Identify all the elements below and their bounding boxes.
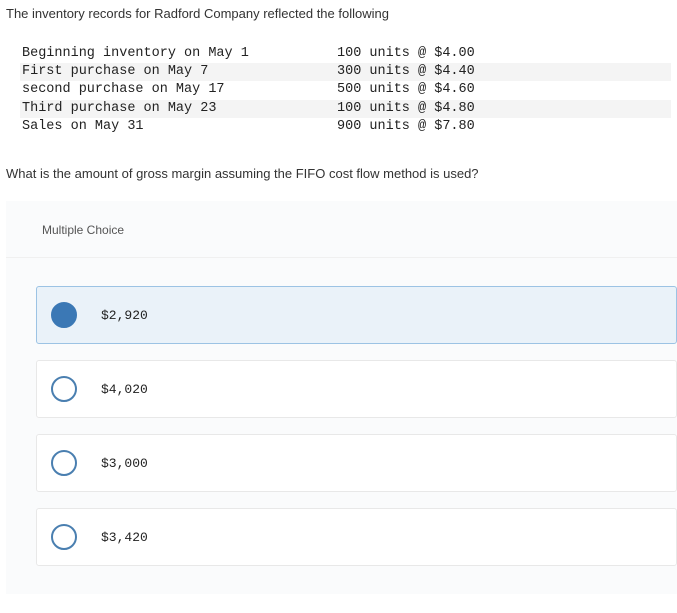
table-row: Beginning inventory on May 1 100 units @… [20, 45, 671, 63]
row-desc: First purchase on May 7 [22, 63, 337, 81]
mc-header: Multiple Choice [6, 201, 677, 258]
radio-icon [51, 376, 77, 402]
option-label: $3,000 [101, 456, 148, 471]
option-1[interactable]: $2,920 [36, 286, 677, 344]
row-desc: Sales on May 31 [22, 118, 337, 136]
row-value: 500 units @ $4.60 [337, 81, 475, 99]
table-row: second purchase on May 17 500 units @ $4… [20, 81, 671, 99]
option-4[interactable]: $3,420 [36, 508, 677, 566]
radio-icon [51, 302, 77, 328]
followup-text: What is the amount of gross margin assum… [6, 166, 671, 181]
option-3[interactable]: $3,000 [36, 434, 677, 492]
row-value: 100 units @ $4.00 [337, 45, 475, 63]
option-2[interactable]: $4,020 [36, 360, 677, 418]
question-stem: The inventory records for Radford Compan… [0, 0, 677, 181]
row-value: 300 units @ $4.40 [337, 63, 475, 81]
multiple-choice-block: Multiple Choice $2,920 $4,020 $3,000 $3,… [6, 201, 677, 594]
row-desc: Third purchase on May 23 [22, 100, 337, 118]
table-row: First purchase on May 7 300 units @ $4.4… [20, 63, 671, 81]
intro-text: The inventory records for Radford Compan… [6, 6, 671, 21]
radio-icon [51, 450, 77, 476]
options-list: $2,920 $4,020 $3,000 $3,420 [6, 258, 677, 594]
row-value: 900 units @ $7.80 [337, 118, 475, 136]
inventory-table: Beginning inventory on May 1 100 units @… [20, 45, 671, 136]
row-desc: Beginning inventory on May 1 [22, 45, 337, 63]
radio-icon [51, 524, 77, 550]
row-desc: second purchase on May 17 [22, 81, 337, 99]
option-label: $3,420 [101, 530, 148, 545]
table-row: Third purchase on May 23 100 units @ $4.… [20, 100, 671, 118]
row-value: 100 units @ $4.80 [337, 100, 475, 118]
option-label: $2,920 [101, 308, 148, 323]
option-label: $4,020 [101, 382, 148, 397]
table-row: Sales on May 31 900 units @ $7.80 [20, 118, 671, 136]
